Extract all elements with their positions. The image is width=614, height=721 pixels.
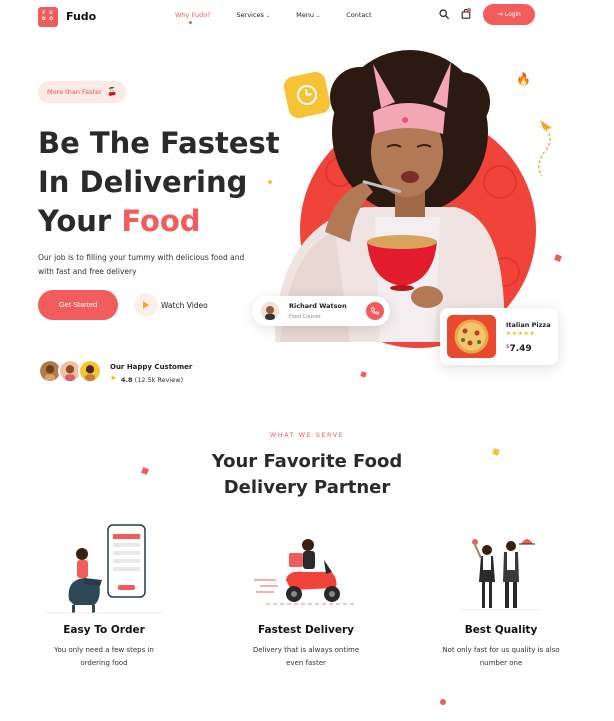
feature-title: Best Quality <box>464 624 538 636</box>
scooter-delivery-illustration <box>254 539 356 605</box>
nav-label: Contact <box>346 11 372 19</box>
phone-icon <box>370 307 379 315</box>
logo-mark[interactable]: F UD O <box>38 7 58 27</box>
feature-description: You only need a few steps in ordering fo… <box>19 644 189 670</box>
confetti-shape <box>141 467 149 475</box>
price-value: 7.49 <box>509 344 532 354</box>
feature-desc-line: Not only fast for us quality is also <box>442 646 560 654</box>
customer-avatars <box>38 359 104 385</box>
active-indicator <box>189 21 192 24</box>
nav-item-services[interactable]: Services ⌄ <box>237 11 271 19</box>
section-title-line: Delivery Partner <box>223 477 391 498</box>
courier-avatar <box>261 302 279 320</box>
search-icon[interactable] <box>439 9 449 19</box>
feature-title: Easy To Order <box>63 624 145 636</box>
phone-order-illustration <box>44 524 164 614</box>
paper-plane-arrow-icon <box>538 120 552 177</box>
confetti-shape <box>439 698 447 706</box>
hero-title-line: In Delivering <box>38 165 248 199</box>
nav-label: Services <box>236 11 264 19</box>
header: F UD O Fudo Why Fudo? Services ⌄ Menu ⌄ Co… <box>0 0 614 34</box>
cart-badge <box>467 8 471 12</box>
pizza-image <box>447 315 496 358</box>
call-button[interactable] <box>366 302 384 320</box>
feature-desc-line: number one <box>479 659 523 667</box>
feature-title: Fastest Delivery <box>258 624 354 636</box>
rating-stars: ★★★★★ <box>506 331 536 337</box>
chevron-down-icon: ⌄ <box>316 13 321 19</box>
nav-item-why-fudo[interactable]: Why Fudo? <box>175 11 211 24</box>
feature-fastest-delivery <box>221 520 391 619</box>
happy-customer-title: Our Happy Customer <box>110 363 193 371</box>
star-icon: ★ <box>110 374 117 382</box>
chevron-down-icon: ⌄ <box>265 13 271 19</box>
rating-summary: 4.8 (12.5k Review) <box>121 376 183 384</box>
login-icon: ⇥ <box>497 11 503 18</box>
clock-icon <box>297 85 317 105</box>
section-title-line: Your Favorite Food <box>211 451 403 472</box>
nav-label: Menu <box>296 11 314 19</box>
hero-title-line: Your Food <box>38 202 288 241</box>
confetti-shape <box>492 448 500 456</box>
play-icon <box>143 301 149 309</box>
cherry-icon: 🍒 <box>107 87 117 96</box>
pizza-price: $7.49 <box>506 344 532 354</box>
courier-role: Food Courier <box>289 314 321 320</box>
feature-desc-line: ordering food <box>80 659 128 667</box>
feature-desc-line: You only need a few steps in <box>54 646 154 654</box>
courier-name: Richard Watson <box>289 302 347 310</box>
feature-description: Delivery that is always ontime even fast… <box>221 644 391 670</box>
feature-best-quality <box>416 520 586 619</box>
pill-label: More than Faster <box>47 88 102 96</box>
login-button[interactable]: ⇥ Login <box>483 4 535 25</box>
watch-video-button[interactable] <box>134 293 158 317</box>
hero-description: Our job is to filling your tummy with de… <box>38 253 245 276</box>
courier-card: Richard Watson Food Courier <box>252 296 390 326</box>
watch-video-label[interactable]: Watch Video <box>161 301 208 310</box>
feature-desc-line: Delivery that is always ontime <box>252 646 360 654</box>
hero-title-line: Be The Fastest <box>38 126 280 160</box>
landing-page: F UD O Fudo Why Fudo? Services ⌄ Menu ⌄ Co… <box>0 0 614 721</box>
hero-title-accent: Food <box>121 204 201 238</box>
feature-description: Not only fast for us quality is also num… <box>416 644 586 670</box>
clock-badge <box>282 70 332 120</box>
login-label: Login <box>504 11 521 18</box>
hero-title-text: Your <box>38 204 122 238</box>
review-count: (12.5k Review) <box>134 376 184 384</box>
nav-item-menu[interactable]: Menu ⌄ <box>296 11 320 19</box>
tagline-pill: More than Faster 🍒 <box>38 81 126 103</box>
brand-name[interactable]: Fudo <box>66 10 96 23</box>
pizza-card[interactable]: Italian Pizza ★★★★★ $7.49 <box>440 308 558 365</box>
nav-label: Why Fudo? <box>175 11 211 19</box>
fire-icon: 🔥 <box>516 72 531 86</box>
avatar <box>78 359 102 383</box>
nav-item-contact[interactable]: Contact <box>346 11 371 19</box>
feature-easy-order <box>19 520 189 619</box>
confetti-shape <box>360 371 367 378</box>
rating-value: 4.8 <box>121 376 133 384</box>
confetti-shape <box>554 254 562 262</box>
waiters-illustration <box>461 539 541 611</box>
get-started-button[interactable]: Get Started <box>38 290 118 320</box>
main-nav: Why Fudo? Services ⌄ Menu ⌄ Contact <box>175 11 398 24</box>
section-title: Your Favorite Food Delivery Partner <box>157 449 457 501</box>
section-eyebrow: WHAT WE SERVE <box>269 431 345 439</box>
pizza-name: Italian Pizza <box>506 321 551 329</box>
hero-title: Be The Fastest In Delivering Your Food <box>38 124 288 241</box>
feature-desc-line: even faster <box>286 659 326 667</box>
